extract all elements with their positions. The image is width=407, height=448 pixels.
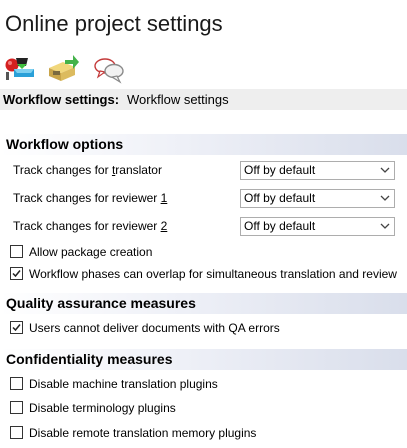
track-changes-reviewer1-select[interactable]: Off by default xyxy=(240,189,395,208)
checkbox-box[interactable] xyxy=(10,267,23,280)
chevron-down-icon xyxy=(380,195,390,201)
track-changes-translator-select[interactable]: Off by default xyxy=(240,161,395,180)
communication-button[interactable] xyxy=(92,52,126,86)
checkbox-box[interactable] xyxy=(10,245,23,258)
checkbox-box[interactable] xyxy=(10,377,23,390)
communication-icon xyxy=(94,58,124,84)
track-changes-reviewer1-label: Track changes for reviewer 1 xyxy=(13,191,168,205)
toolbar xyxy=(0,52,407,88)
checkbox-label: Disable machine translation plugins xyxy=(29,377,218,391)
checkbox-label: Users cannot deliver documents with QA e… xyxy=(29,321,280,335)
section-quality-assurance: Quality assurance measures xyxy=(0,293,407,314)
workflow-settings-icon xyxy=(5,58,34,80)
section-title: Workflow options xyxy=(6,136,124,152)
checkbox-label: Disable remote translation memory plugin… xyxy=(29,426,257,440)
checkmark-icon xyxy=(12,324,21,332)
package-button[interactable] xyxy=(45,52,79,86)
section-confidentiality: Confidentiality measures xyxy=(0,349,407,370)
checkmark-icon xyxy=(12,270,21,278)
checkbox-box[interactable] xyxy=(10,401,23,414)
track-changes-translator-label: Track changes for translator xyxy=(13,163,162,177)
checkbox-label: Workflow phases can overlap for simultan… xyxy=(29,267,397,281)
workflow-settings-value: Workflow settings xyxy=(127,92,229,107)
package-icon xyxy=(49,55,79,81)
page-title: Online project settings xyxy=(5,11,223,36)
section-workflow-options: Workflow options xyxy=(0,134,407,155)
checkbox-label: Allow package creation xyxy=(29,245,153,259)
workflow-settings-bar: Workflow settings: Workflow settings xyxy=(0,89,407,110)
checkbox-box[interactable] xyxy=(10,321,23,334)
checkbox-label: Disable terminology plugins xyxy=(29,401,176,415)
chevron-down-icon xyxy=(380,223,390,229)
section-title: Confidentiality measures xyxy=(6,351,173,367)
track-changes-reviewer2-label: Track changes for reviewer 2 xyxy=(13,219,168,233)
track-changes-reviewer2-select[interactable]: Off by default xyxy=(240,217,395,236)
checkbox-box[interactable] xyxy=(10,426,23,439)
chevron-down-icon xyxy=(380,167,390,173)
workflow-settings-label: Workflow settings: xyxy=(3,92,120,107)
section-title: Quality assurance measures xyxy=(6,295,196,311)
workflow-settings-button[interactable] xyxy=(2,52,36,86)
